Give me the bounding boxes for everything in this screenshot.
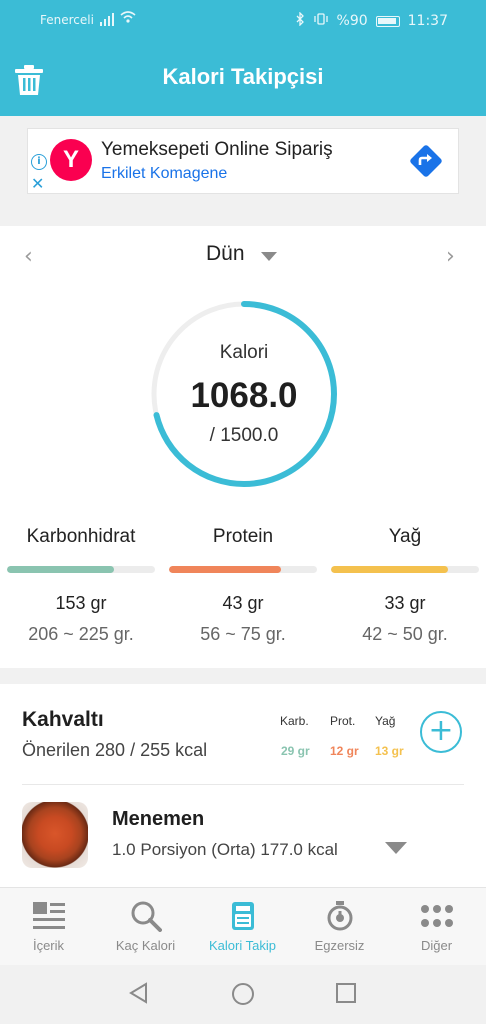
meal-suggested-kcal: Önerilen 280 / 255 kcal <box>22 740 208 760</box>
ad-close-icon[interactable]: ✕ <box>31 174 44 193</box>
food-portion[interactable]: 1.0 Porsiyon (Orta) 177.0 kcal <box>112 840 338 860</box>
meal-macro-header: Prot. <box>330 714 356 728</box>
ad-info-icon[interactable]: i <box>31 154 47 170</box>
stopwatch-icon <box>291 898 388 934</box>
search-icon <box>97 898 194 934</box>
chevron-right-icon[interactable]: › <box>446 244 455 269</box>
daily-summary-card: ‹ Dün › Kalori 1068.0 / 1500.0 Karbonhid… <box>0 226 486 668</box>
day-selector[interactable]: Dün <box>206 242 245 266</box>
ad-subtitle: Erkilet Komagene <box>101 165 228 182</box>
tab-label: Kaç Kalori <box>115 938 176 953</box>
tab-label: Egzersiz <box>314 938 365 953</box>
food-name[interactable]: Menemen <box>112 808 204 831</box>
directions-icon[interactable] <box>408 143 444 179</box>
battery-icon <box>375 15 400 27</box>
tab-label: Diğer <box>420 938 453 953</box>
clock: 11:37 <box>407 13 448 29</box>
meal-macro-header: Karb. <box>280 714 309 728</box>
chevron-left-icon[interactable]: ‹ <box>24 244 33 269</box>
vibrate-icon <box>313 13 329 29</box>
back-icon[interactable] <box>128 982 150 1004</box>
tab-kac-kalori[interactable]: Kaç Kalori <box>97 898 194 953</box>
newspaper-icon <box>0 898 97 934</box>
macro-amount: 153 gr <box>55 593 107 613</box>
home-icon[interactable] <box>231 982 255 1006</box>
tab-kalori-takip[interactable]: Kalori Takip <box>194 898 291 953</box>
scale-icon <box>194 898 291 934</box>
day-navigator: ‹ Dün › <box>0 240 486 270</box>
macro-progress-bar <box>7 566 155 573</box>
status-bar: Fenerceli %90 11:37 <box>0 0 486 42</box>
meal-macro-value: 13 gr <box>375 744 404 758</box>
calorie-goal: / 1500.0 <box>209 425 279 446</box>
macro-amount: 33 gr <box>384 593 426 613</box>
tab-egzersiz[interactable]: Egzersiz <box>291 898 388 953</box>
bluetooth-icon <box>296 11 305 30</box>
calorie-label: Kalori <box>219 342 269 363</box>
carrier-name: Fenerceli <box>40 13 94 27</box>
battery-percent: %90 <box>336 13 368 29</box>
add-food-button[interactable]: + <box>420 711 462 753</box>
caret-down-icon[interactable] <box>261 252 277 261</box>
bottom-navigation: İçerik Kaç Kalori Kalori Takip Egzersiz … <box>0 887 486 965</box>
macro-progress-bar <box>331 566 479 573</box>
macro-carbs: Karbonhidrat 153 gr 206 ~ 225 gr. <box>7 526 155 645</box>
macro-range: 56 ~ 75 gr. <box>200 624 286 644</box>
macro-range: 42 ~ 50 gr. <box>362 624 448 644</box>
meal-card-breakfast: Kahvaltı Önerilen 280 / 255 kcal Karb. P… <box>0 684 486 887</box>
meal-macro-value: 12 gr <box>330 744 359 758</box>
macro-range: 206 ~ 225 gr. <box>28 624 134 644</box>
meal-macro-header: Yağ <box>375 714 396 728</box>
macro-amount: 43 gr <box>222 593 264 613</box>
macro-progress-bar <box>169 566 317 573</box>
meal-macro-value: 29 gr <box>281 744 310 758</box>
divider <box>22 784 464 785</box>
tab-icerik[interactable]: İçerik <box>0 898 97 953</box>
page-title: Kalori Takipçisi <box>162 64 324 89</box>
food-thumbnail[interactable] <box>22 802 88 868</box>
signal-icon <box>100 13 114 26</box>
macro-name: Karbonhidrat <box>26 526 136 547</box>
macro-name: Yağ <box>388 526 422 547</box>
tab-label: Kalori Takip <box>209 938 276 953</box>
ad-logo: Y <box>50 139 92 181</box>
meal-title: Kahvaltı <box>22 708 104 731</box>
app-bar: Kalori Takipçisi <box>0 42 486 116</box>
wifi-icon <box>120 10 136 28</box>
recents-icon[interactable] <box>335 982 357 1004</box>
macro-name: Protein <box>212 526 274 547</box>
macro-protein: Protein 43 gr 56 ~ 75 gr. <box>169 526 317 645</box>
caret-down-icon[interactable] <box>385 842 407 854</box>
ad-title: Yemeksepeti Online Sipariş <box>101 139 333 160</box>
tab-diger[interactable]: Diğer <box>388 898 485 953</box>
macro-fat: Yağ 33 gr 42 ~ 50 gr. <box>331 526 479 645</box>
system-navigation-bar <box>0 965 486 1024</box>
more-grid-icon <box>388 898 485 934</box>
tab-label: İçerik <box>32 938 65 953</box>
calorie-consumed: 1068.0 <box>190 376 298 415</box>
ad-banner[interactable]: i ✕ Y Yemeksepeti Online Sipariş Erkilet… <box>27 128 459 194</box>
